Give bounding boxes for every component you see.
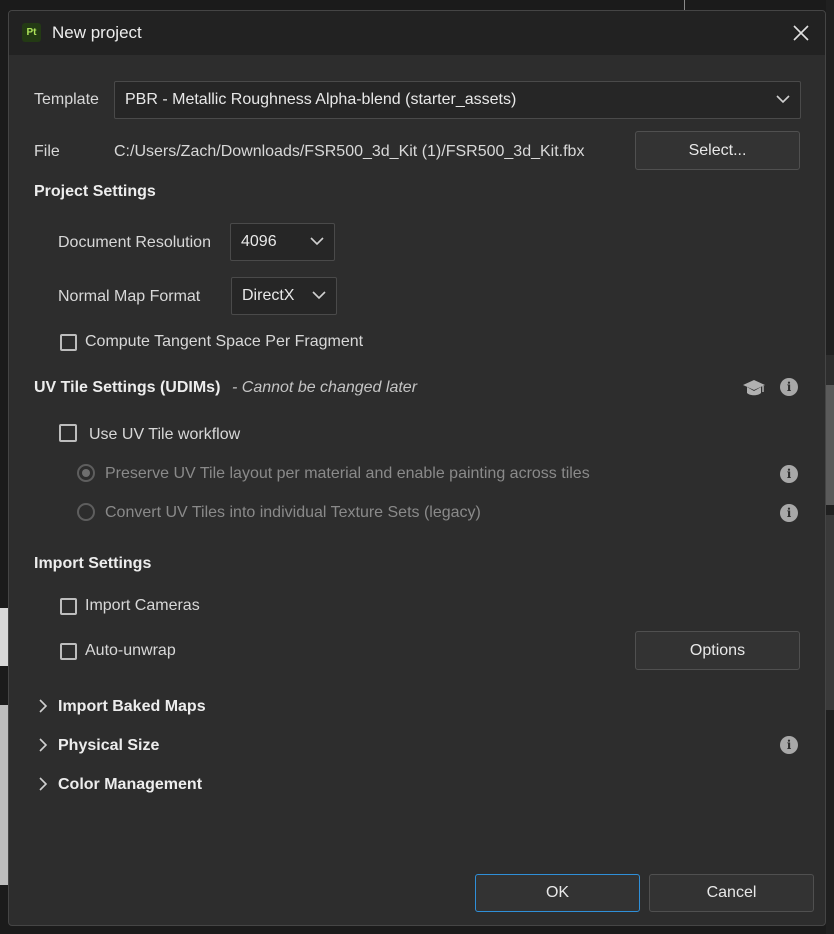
file-path: C:/Users/Zach/Downloads/FSR500_3d_Kit (1… [114, 143, 585, 160]
template-value: PBR - Metallic Roughness Alpha-blend (st… [125, 91, 517, 108]
uv-tile-note: - Cannot be changed later [232, 379, 418, 396]
template-label: Template [34, 91, 99, 108]
chevron-right-icon [39, 699, 48, 713]
cancel-button[interactable]: Cancel [649, 874, 814, 912]
import-settings-heading: Import Settings [34, 555, 152, 572]
background-scrollbar-thumb [826, 385, 834, 505]
ok-button[interactable]: OK [475, 874, 640, 912]
import-cameras-checkbox[interactable] [60, 598, 77, 615]
background-viewport-fragment [0, 705, 8, 885]
close-icon [793, 25, 809, 41]
background-scrollbar-track [826, 355, 834, 385]
use-uv-tile-checkbox[interactable] [59, 424, 77, 442]
color-management-label: Color Management [58, 776, 203, 793]
info-icon[interactable]: i [780, 465, 798, 483]
chevron-right-icon [39, 738, 48, 752]
auto-unwrap-label: Auto-unwrap [85, 642, 176, 659]
normal-map-format-select[interactable]: DirectX [231, 277, 337, 315]
new-project-dialog: Pt New project Template PBR - Metallic R… [8, 10, 826, 926]
uv-tile-heading: UV Tile Settings (UDIMs) [34, 379, 221, 396]
radio-preserve-uv-tile[interactable] [77, 464, 95, 482]
preserve-uv-tile-label: Preserve UV Tile layout per material and… [105, 465, 590, 482]
info-icon[interactable]: i [780, 378, 798, 396]
info-icon[interactable]: i [780, 504, 798, 522]
background-scrollbar-track [826, 515, 834, 710]
import-cameras-label: Import Cameras [85, 597, 200, 614]
compute-tangent-label: Compute Tangent Space Per Fragment [85, 333, 364, 350]
physical-size-label: Physical Size [58, 737, 160, 754]
normal-map-format-label: Normal Map Format [58, 288, 201, 305]
chevron-right-icon [39, 777, 48, 791]
document-resolution-value: 4096 [241, 233, 277, 250]
background-divider [684, 0, 685, 10]
chevron-down-icon [312, 291, 326, 300]
normal-map-format-value: DirectX [242, 287, 295, 304]
select-file-button[interactable]: Select... [635, 131, 800, 170]
background-viewport-fragment [0, 608, 8, 666]
document-resolution-select[interactable]: 4096 [230, 223, 335, 261]
dialog-titlebar: Pt New project [9, 11, 825, 55]
convert-uv-tiles-label: Convert UV Tiles into individual Texture… [105, 504, 481, 521]
radio-convert-uv-tiles[interactable] [77, 503, 95, 521]
project-settings-heading: Project Settings [34, 183, 156, 200]
compute-tangent-checkbox[interactable] [60, 334, 77, 351]
auto-unwrap-checkbox[interactable] [60, 643, 77, 660]
use-uv-tile-label: Use UV Tile workflow [89, 426, 241, 443]
close-button[interactable] [791, 23, 811, 43]
document-resolution-label: Document Resolution [58, 234, 211, 251]
template-select[interactable]: PBR - Metallic Roughness Alpha-blend (st… [114, 81, 801, 119]
dialog-title: New project [52, 23, 142, 42]
options-button[interactable]: Options [635, 631, 800, 670]
info-icon[interactable]: i [780, 736, 798, 754]
import-baked-maps-label: Import Baked Maps [58, 698, 206, 715]
file-label: File [34, 143, 60, 160]
app-icon: Pt [22, 23, 41, 42]
graduation-cap-icon[interactable] [742, 378, 766, 398]
chevron-down-icon [776, 95, 790, 104]
chevron-down-icon [310, 237, 324, 246]
